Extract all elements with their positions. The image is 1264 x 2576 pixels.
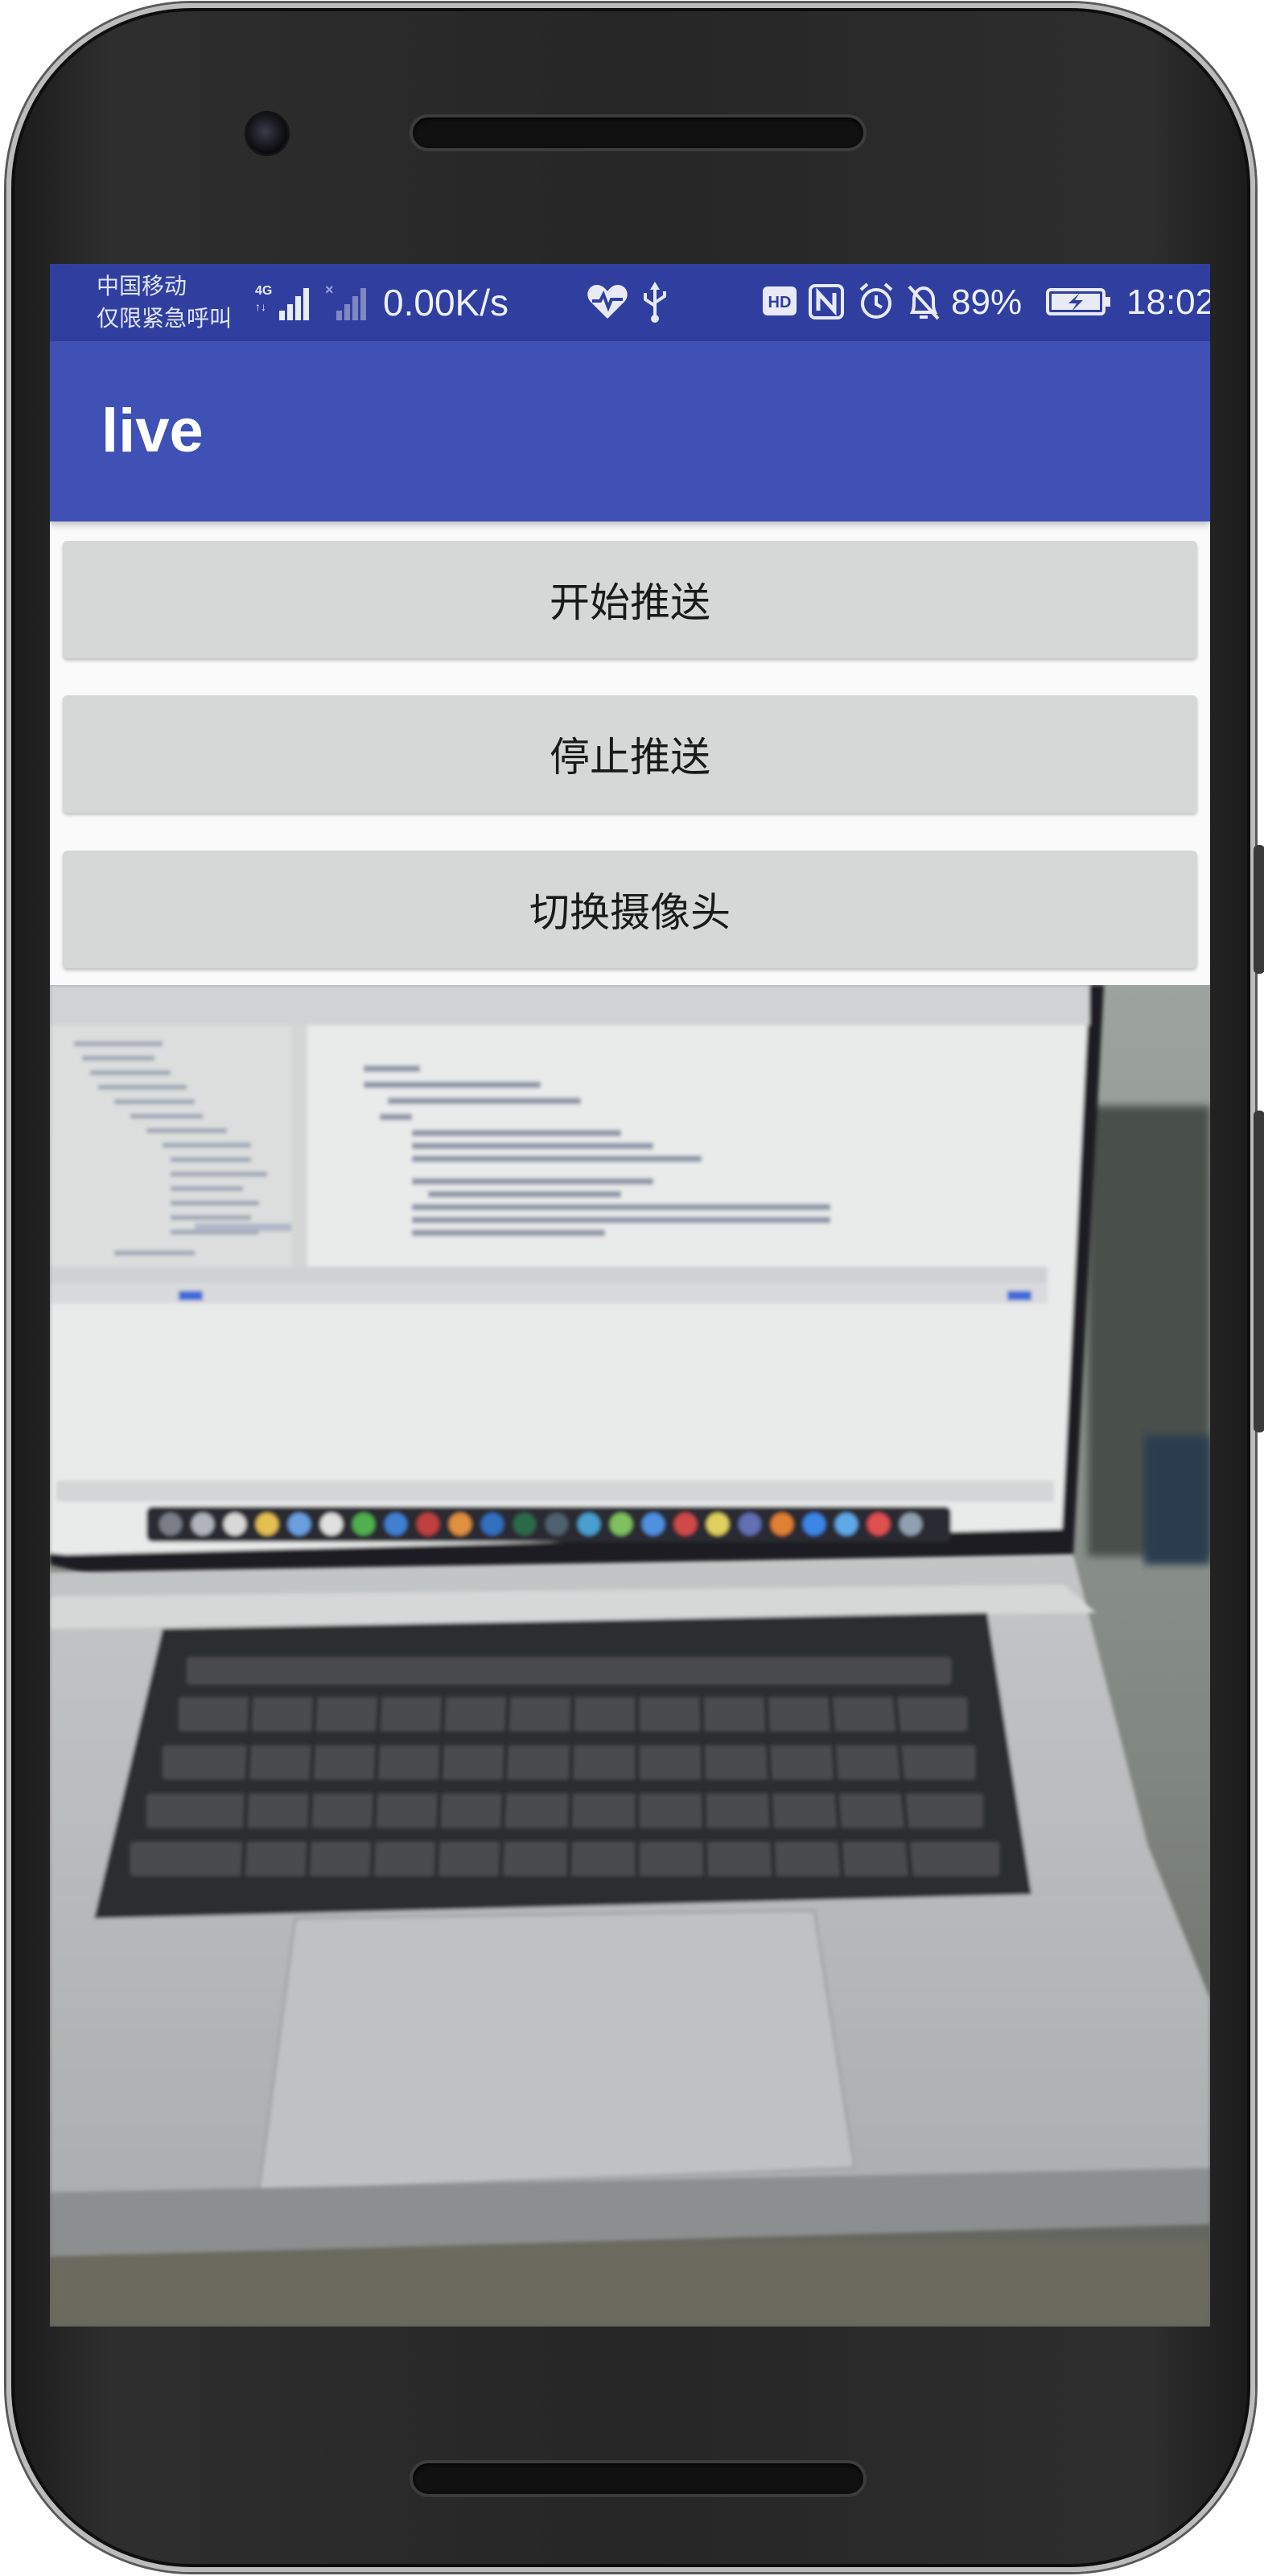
emergency-only-label: 仅限紧急呼叫 [97,306,233,331]
svg-text:HD: HD [768,294,792,311]
carrier-info: 中国移动 仅限紧急呼叫 [97,270,232,335]
app-title: live [101,397,204,465]
mute-icon [908,285,940,320]
screen: 中国移动 仅限紧急呼叫 4G ↑↓ × 0.00K/s HD 89% 18:02… [50,264,1210,2327]
bottom-speaker [410,2460,867,2497]
start-push-button[interactable]: 开始推送 [63,541,1197,658]
stop-push-button[interactable]: 停止推送 [63,695,1197,813]
svg-text:↑↓: ↑↓ [255,300,266,313]
app-bar: live [50,341,1210,521]
alarm-icon [859,282,893,319]
camera-preview [50,985,1210,2327]
clock: 18:02 [1126,282,1210,322]
switch-camera-button[interactable]: 切换摄像头 [63,851,1197,968]
carrier-name: 中国移动 [97,274,187,299]
camera-preview-image [50,985,1210,2327]
battery-percent: 89% [951,282,1023,322]
signal-no-service-icon: × [325,282,366,320]
usb-icon [644,282,666,323]
signal-label: 4G [255,284,272,298]
nfc-icon [809,284,844,319]
heart-rate-icon [587,285,628,319]
hd-icon: HD [763,286,797,315]
battery-charging-icon [1046,288,1110,315]
signal-4g-icon: 4G ↑↓ [255,284,309,320]
svg-text:×: × [325,282,334,298]
power-button [1254,1111,1264,1432]
top-speaker [410,114,867,151]
network-speed: 0.00K/s [383,282,508,324]
status-bar: 中国移动 仅限紧急呼叫 4G ↑↓ × 0.00K/s HD 89% 18:02 [50,264,1210,341]
volume-button [1254,845,1264,974]
front-camera [245,111,290,156]
